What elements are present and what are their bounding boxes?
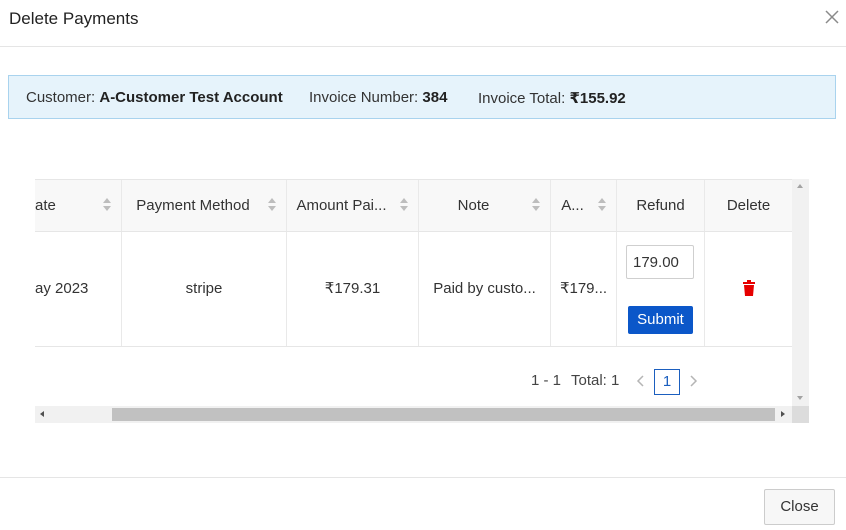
- invoice-total-value: ₹155.92: [569, 90, 626, 107]
- column-label: A...: [561, 197, 584, 214]
- cell-text: ₹179.31: [324, 280, 381, 297]
- scroll-left-arrow-icon[interactable]: [40, 411, 44, 417]
- scroll-down-arrow-icon[interactable]: [797, 396, 803, 400]
- close-x-icon[interactable]: [822, 7, 842, 27]
- cell-amount: ₹179...: [551, 232, 617, 346]
- cell-payment-method: stripe: [122, 232, 287, 346]
- refund-amount-input[interactable]: [626, 245, 694, 279]
- pagination: 1 - 1 Total: 1 1: [35, 369, 792, 395]
- customer-value: A-Customer Test Account: [99, 89, 283, 106]
- sort-icon[interactable]: [268, 198, 276, 212]
- column-header-payment-method[interactable]: Payment Method: [122, 180, 287, 231]
- invoice-number-label: Invoice Number:: [309, 89, 419, 106]
- sort-icon[interactable]: [103, 198, 111, 212]
- vertical-scrollbar[interactable]: [792, 179, 809, 406]
- scroll-up-arrow-icon[interactable]: [797, 184, 803, 188]
- invoice-total-label: Invoice Total:: [478, 90, 566, 107]
- cell-date: ay 2023: [35, 232, 122, 346]
- column-label: Refund: [636, 197, 685, 214]
- close-button[interactable]: Close: [764, 489, 835, 525]
- column-header-delete: Delete: [705, 180, 792, 231]
- scroll-right-arrow-icon[interactable]: [781, 411, 785, 417]
- cell-amount-paid: ₹179.31: [287, 232, 419, 346]
- scrollbar-thumb[interactable]: [112, 408, 775, 421]
- column-header-note[interactable]: Note: [419, 180, 551, 231]
- column-header-refund: Refund: [617, 180, 705, 231]
- cell-text: ₹179...: [559, 280, 608, 297]
- invoice-info-bar: Customer: A-Customer Test Account Invoic…: [8, 75, 836, 119]
- table-header: ate Payment Method Amount Pai... Note A.…: [35, 180, 792, 232]
- column-label: Payment Method: [136, 197, 250, 214]
- column-header-amount-paid[interactable]: Amount Pai...: [287, 180, 419, 231]
- sort-icon[interactable]: [532, 198, 540, 212]
- cell-text: ay 2023: [35, 280, 89, 297]
- column-label: ate: [35, 197, 56, 214]
- cell-note: Paid by custo...: [419, 232, 551, 346]
- cell-delete: [705, 232, 792, 346]
- pager-range: 1 - 1: [531, 372, 562, 389]
- column-header-date[interactable]: ate: [35, 180, 122, 231]
- cell-refund: Submit: [617, 232, 705, 346]
- invoice-number-info: Invoice Number: 384: [309, 89, 447, 106]
- submit-refund-button[interactable]: Submit: [628, 306, 693, 334]
- sort-icon[interactable]: [400, 198, 408, 212]
- chevron-left-icon[interactable]: [633, 373, 649, 389]
- dialog-title: Delete Payments: [9, 9, 139, 28]
- sort-icon[interactable]: [598, 198, 606, 212]
- customer-label: Customer:: [26, 89, 96, 106]
- dialog-footer: Close: [0, 477, 846, 530]
- column-header-amount[interactable]: A...: [551, 180, 617, 231]
- pager-total: Total: 1: [571, 372, 620, 389]
- invoice-number-value: 384: [422, 89, 448, 106]
- horizontal-scrollbar[interactable]: [35, 406, 792, 423]
- column-label: Amount Pai...: [296, 197, 387, 214]
- customer-info: Customer: A-Customer Test Account: [26, 89, 283, 106]
- scrollbar-corner: [792, 406, 809, 423]
- payments-grid: ate Payment Method Amount Pai... Note A.…: [35, 179, 809, 424]
- invoice-total-info: Invoice Total: ₹155.92: [478, 89, 626, 107]
- column-label: Delete: [726, 197, 771, 214]
- trash-icon[interactable]: [742, 280, 756, 296]
- column-label: Note: [457, 197, 490, 214]
- chevron-right-icon[interactable]: [685, 373, 701, 389]
- cell-text: stripe: [185, 280, 223, 297]
- page-button-1[interactable]: 1: [654, 369, 680, 395]
- dialog-header: Delete Payments: [0, 0, 846, 47]
- table-row: ay 2023 stripe ₹179.31 Paid by custo... …: [35, 232, 792, 347]
- cell-text: Paid by custo...: [433, 280, 536, 297]
